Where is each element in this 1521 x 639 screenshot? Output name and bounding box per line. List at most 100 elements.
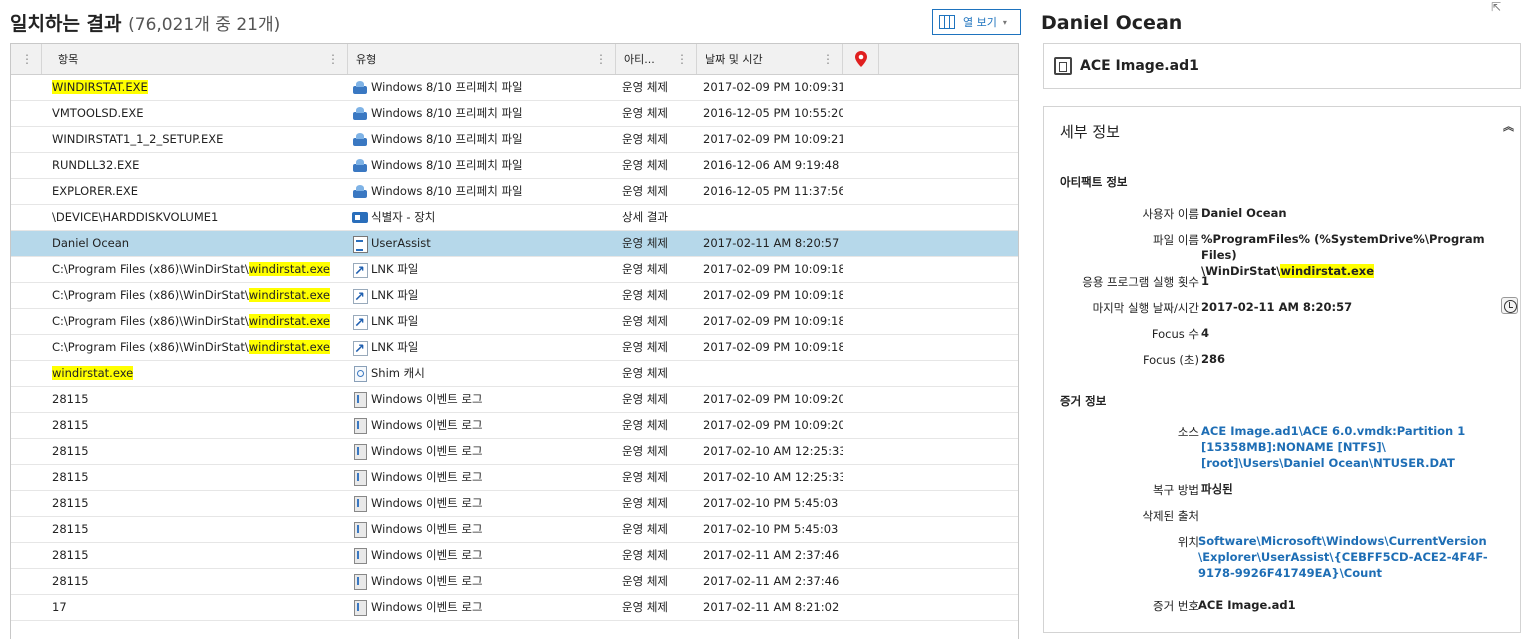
table-row[interactable]: 28115 Windows 이벤트 로그 운영 체제 2017-02-10 AM 12… [11, 465, 1018, 491]
type-cell: Windows 8/10 프리페치 파일 [352, 153, 614, 178]
type-text: Windows 8/10 프리페치 파일 [371, 132, 523, 146]
type-text: Windows 이벤트 로그 [371, 548, 483, 562]
item-text: \DEVICE\HARDDISKVOLUME1 [52, 210, 219, 224]
column-menu-icon[interactable] [676, 53, 688, 65]
table-row[interactable]: C:\Program Files (x86)\WinDirStat\windir… [11, 309, 1018, 335]
item-cell: 28115 [52, 543, 346, 568]
artifact-cell: 운영 체제 [622, 106, 668, 120]
focus-count-value: 4 [1201, 326, 1210, 340]
table-row[interactable]: 17 Windows 이벤트 로그 운영 체제 2017-02-11 AM 8:21:… [11, 595, 1018, 621]
item-cell: 28115 [52, 387, 346, 412]
table-row[interactable]: Daniel Ocean UserAssist 운영 체제 2017-02-11 AM… [11, 231, 1018, 257]
column-menu-icon[interactable] [822, 53, 834, 65]
artifact-cell: 운영 체제 [622, 366, 668, 380]
column-header-type[interactable]: 유형 [348, 44, 616, 74]
table-row[interactable]: EXPLORER.EXE Windows 8/10 프리페치 파일 운영 체제 201… [11, 179, 1018, 205]
table-row[interactable]: C:\Program Files (x86)\WinDirStat\windir… [11, 335, 1018, 361]
column-header-item[interactable]: 항목 [42, 44, 348, 74]
item-cell: 28115 [52, 439, 346, 464]
artifact-cell: 운영 체제 [622, 470, 668, 484]
column-menu-icon[interactable] [327, 53, 339, 65]
pop-out-icon[interactable]: ⇱ [1488, 0, 1504, 14]
user-name-value: Daniel Ocean [1201, 206, 1287, 220]
type-text: LNK 파일 [371, 288, 419, 302]
table-row[interactable]: C:\Program Files (x86)\WinDirStat\windir… [11, 283, 1018, 309]
last-run-value: 2017-02-11 AM 8:20:57 [1201, 300, 1353, 314]
prefetch-icon [352, 158, 368, 173]
results-title: 일치하는 결과 (76,021개 중 21개) [10, 9, 280, 36]
lnk-icon [352, 259, 368, 282]
column-menu-icon[interactable] [595, 53, 607, 65]
type-cell: Windows 8/10 프리페치 파일 [352, 101, 614, 126]
evtlog-icon [352, 548, 368, 564]
column-header-artifact[interactable]: 아티... [616, 44, 697, 74]
table-row[interactable]: WINDIRSTAT1_1_2_SETUP.EXE Windows 8/10 프리… [11, 127, 1018, 153]
item-text: 28115 [52, 470, 89, 484]
column-header-date-label: 날짜 및 시간 [705, 53, 763, 66]
artifact-cell: 운영 체제 [622, 314, 668, 328]
prefetch-icon [352, 184, 368, 199]
details-panel: 세부 정보 ︽ 아티팩트 정보 사용자 이름 Daniel Ocean 파일 이… [1043, 106, 1521, 633]
type-text: Windows 8/10 프리페치 파일 [371, 184, 523, 198]
table-row[interactable]: VMTOOLSD.EXE Windows 8/10 프리페치 파일 운영 체제 201… [11, 101, 1018, 127]
table-row[interactable]: 28115 Windows 이벤트 로그 운영 체제 2017-02-09 PM 10… [11, 413, 1018, 439]
type-text: Windows 이벤트 로그 [371, 522, 483, 536]
item-text: 28115 [52, 496, 89, 510]
column-view-button[interactable]: 열 보기 ▾ [932, 9, 1021, 35]
item-path: C:\Program Files (x86)\WinDirStat\ [52, 340, 249, 354]
table-row[interactable]: 28115 Windows 이벤트 로그 운영 체제 2017-02-10 PM 5:… [11, 491, 1018, 517]
source-link[interactable]: ACE Image.ad1\ACE 6.0.vmdk:Partition 1 [… [1201, 423, 1486, 471]
item-text: 28115 [52, 548, 89, 562]
id-device-icon [352, 210, 368, 225]
date-cell: 2017-02-09 PM 10:09:20 [703, 418, 843, 432]
type-cell: Windows 이벤트 로그 [352, 387, 614, 412]
evtlog-icon [352, 522, 368, 538]
table-row[interactable]: C:\Program Files (x86)\WinDirStat\windir… [11, 257, 1018, 283]
artifact-cell: 운영 체제 [622, 236, 668, 250]
clock-icon[interactable] [1501, 297, 1518, 314]
item-cell: EXPLORER.EXE [52, 179, 346, 204]
item-cell: 28115 [52, 517, 346, 542]
item-text: Daniel Ocean [52, 236, 130, 250]
item-text: VMTOOLSD.EXE [52, 106, 144, 120]
type-cell: LNK 파일 [352, 309, 614, 334]
select-column-header[interactable] [11, 44, 42, 74]
table-row[interactable]: 28115 Windows 이벤트 로그 운영 체제 2017-02-09 PM 10… [11, 387, 1018, 413]
column-header-date[interactable]: 날짜 및 시간 [697, 44, 843, 74]
table-row[interactable]: windirstat.exe Shim 캐시 운영 체제 [11, 361, 1018, 387]
details-panel-title: 세부 정보 [1060, 123, 1120, 141]
date-cell: 2017-02-09 PM 10:09:18 [703, 314, 843, 328]
column-header-location[interactable] [843, 44, 879, 74]
item-cell: Daniel Ocean [52, 231, 346, 256]
type-cell: Windows 8/10 프리페치 파일 [352, 127, 614, 152]
type-cell: Windows 이벤트 로그 [352, 491, 614, 516]
artifact-cell: 운영 체제 [622, 80, 668, 94]
type-text: UserAssist [371, 236, 431, 250]
item-path: C:\Program Files (x86)\WinDirStat\ [52, 314, 249, 328]
table-row[interactable]: RUNDLL32.EXE Windows 8/10 프리페치 파일 운영 체제 201… [11, 153, 1018, 179]
type-cell: Shim 캐시 [352, 361, 614, 386]
table-row[interactable]: WINDIRSTAT.EXE Windows 8/10 프리페치 파일 운영 체제 2… [11, 75, 1018, 101]
location-label: 위치 [1177, 535, 1199, 549]
column-header-type-label: 유형 [356, 53, 377, 66]
type-cell: LNK 파일 [352, 257, 614, 282]
collapse-icon[interactable]: ︽ [1503, 121, 1514, 132]
type-text: Windows 이벤트 로그 [371, 600, 483, 614]
table-row[interactable]: 28115 Windows 이벤트 로그 운영 체제 2017-02-10 PM 5:… [11, 517, 1018, 543]
table-row[interactable]: 28115 Windows 이벤트 로그 운영 체제 2017-02-11 AM 2:… [11, 543, 1018, 569]
item-cell: windirstat.exe [52, 361, 346, 386]
artifact-info-heading: 아티팩트 정보 [1060, 175, 1128, 189]
evtlog-icon [352, 574, 368, 590]
item-cell: 28115 [52, 491, 346, 516]
date-cell: 2017-02-09 PM 10:09:18 [703, 288, 843, 302]
file-name-line1: %ProgramFiles% (%SystemDrive%\Program Fi… [1201, 232, 1485, 262]
table-row[interactable]: \DEVICE\HARDDISKVOLUME1 식별자 - 장치 상세 결과 [11, 205, 1018, 231]
table-row[interactable]: 28115 Windows 이벤트 로그 운영 체제 2017-02-11 AM 2:… [11, 569, 1018, 595]
table-row[interactable]: 28115 Windows 이벤트 로그 운영 체제 2017-02-10 AM 12… [11, 439, 1018, 465]
evtlog-icon [352, 444, 368, 460]
location-link[interactable]: Software\Microsoft\Windows\CurrentVersio… [1198, 533, 1488, 581]
item-cell: WINDIRSTAT.EXE [52, 75, 346, 100]
shim-icon [352, 366, 368, 382]
type-cell: Windows 이벤트 로그 [352, 569, 614, 594]
column-menu-icon[interactable] [21, 53, 33, 65]
